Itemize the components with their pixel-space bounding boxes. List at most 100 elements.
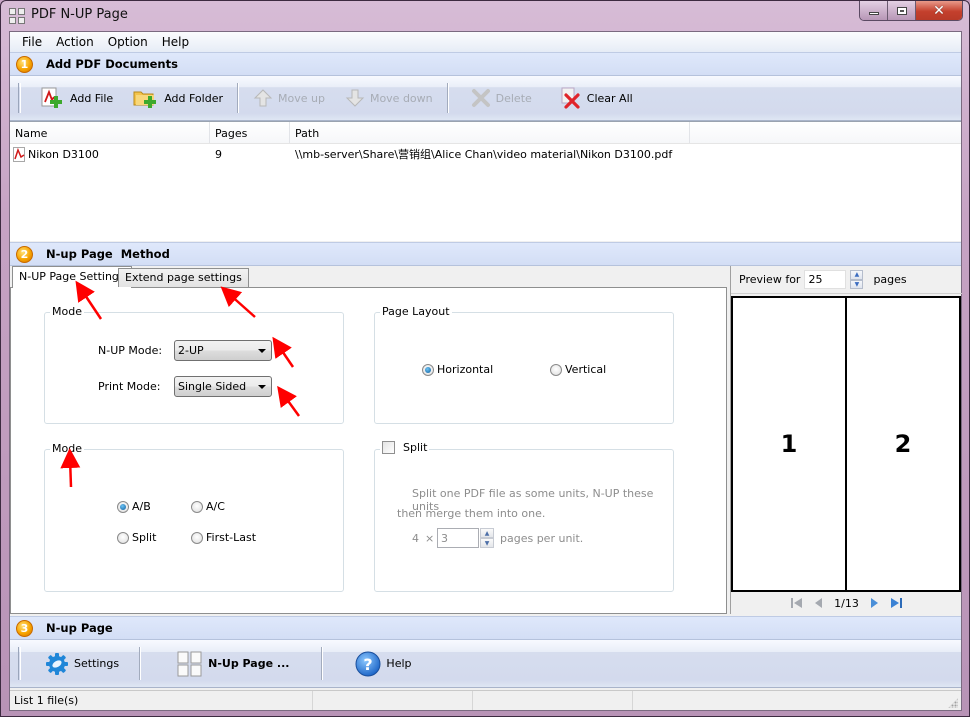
tab-extend-page-settings[interactable]: Extend page settings [118, 268, 249, 287]
preview-count-spinner[interactable]: ▲ ▼ [850, 270, 864, 289]
split-checkbox-wrap[interactable]: Split [380, 441, 430, 454]
tab-nup-page-settings[interactable]: N-UP Page Settings [12, 266, 132, 288]
section-2-title: N-up Page Method [46, 247, 170, 261]
menu-help[interactable]: Help [155, 35, 196, 49]
step-2-badge: 2 [16, 245, 33, 263]
section-1-header: 1 Add PDF Documents [10, 52, 961, 76]
toolbar-separator [446, 82, 449, 114]
menu-file[interactable]: File [15, 35, 49, 49]
radio-a-c[interactable]: A/C [191, 500, 225, 513]
move-up-button[interactable]: Move up [243, 76, 335, 120]
nup-mode-select[interactable]: 2-UP [174, 340, 272, 361]
spin-down-icon[interactable]: ▼ [480, 538, 494, 548]
resize-grip[interactable] [948, 698, 958, 708]
toolbar-separator [321, 647, 324, 680]
print-mode-select[interactable]: Single Sided [174, 376, 272, 397]
close-icon: ✕ [933, 2, 945, 19]
status-bar: List 1 file(s) [10, 690, 961, 710]
move-down-label: Move down [369, 91, 433, 105]
nup-page-button[interactable]: N-Up Page ... [145, 640, 317, 687]
add-file-button[interactable]: Add File [31, 76, 123, 120]
spin-up-icon[interactable]: ▲ [850, 270, 864, 280]
add-folder-button[interactable]: Add Folder [123, 76, 233, 120]
split-times: × [425, 532, 435, 545]
move-down-button[interactable]: Move down [335, 76, 443, 120]
spin-down-icon[interactable]: ▼ [850, 279, 864, 289]
file-list[interactable]: Name Pages Path Nikon D3100 9 \\mb-serve… [10, 121, 961, 241]
help-icon: ? [355, 651, 381, 677]
settings-button[interactable]: Settings [31, 640, 135, 687]
settings-label: Settings [74, 657, 120, 670]
radio-vertical[interactable]: Vertical [550, 363, 606, 376]
page-layout-group: Page Layout Horizontal Vertical [374, 305, 674, 424]
nup-mode-label: N-UP Mode: [98, 344, 163, 357]
title-bar[interactable]: PDF N-UP Page ✕ [1, 1, 969, 31]
move-up-label: Move up [278, 91, 325, 105]
column-pages[interactable]: Pages [210, 122, 290, 143]
next-page-button[interactable] [869, 597, 879, 609]
add-folder-icon [133, 87, 159, 109]
vertical-label: Vertical [565, 363, 607, 376]
split-group: Split Split one PDF file as some units, … [374, 441, 674, 592]
menu-option[interactable]: Option [101, 35, 155, 49]
step-3-badge: 3 [16, 619, 33, 637]
column-path[interactable]: Path [290, 122, 690, 143]
delete-x-icon [471, 88, 491, 108]
close-button[interactable]: ✕ [916, 1, 962, 20]
next-page-icon [870, 598, 878, 608]
last-page-button[interactable] [889, 597, 903, 609]
table-row[interactable]: Nikon D3100 9 \\mb-server\Share\营销组\Alic… [10, 144, 961, 164]
column-name[interactable]: Name [10, 122, 210, 143]
file-name-cell: Nikon D3100 [10, 146, 210, 162]
clear-all-label: Clear All [586, 91, 633, 105]
mode-group-label: Mode [50, 305, 84, 318]
preview-page-2: 2 [845, 298, 959, 590]
radio-horizontal[interactable]: Horizontal [422, 363, 493, 376]
radio-unselected-icon [191, 500, 203, 513]
page-layout-label: Page Layout [380, 305, 452, 318]
menu-bar: File Action Option Help [10, 32, 961, 52]
settings-tabs: Mode N-UP Mode: 2-UP Print Mode: Single … [10, 266, 730, 614]
gear-icon [45, 652, 69, 676]
toolbar-grip[interactable] [18, 647, 21, 680]
nup-pages-icon [177, 651, 203, 677]
radio-a-b[interactable]: A/B [117, 500, 151, 513]
preview-navigation: 1/13 [731, 592, 962, 614]
pairing-mode-group: Mode A/B A/C Split First-Last [44, 442, 344, 592]
first-page-button[interactable] [790, 597, 804, 609]
pages-per-unit-spinner[interactable]: ▲ ▼ [480, 528, 494, 548]
section-1-title: Add PDF Documents [46, 57, 178, 71]
previous-page-button[interactable] [814, 597, 824, 609]
a-c-label: A/C [206, 500, 225, 513]
menu-action[interactable]: Action [49, 35, 101, 49]
toolbar-grip[interactable] [18, 82, 21, 114]
radio-first-last[interactable]: First-Last [191, 531, 256, 544]
app-icon [9, 8, 25, 24]
nup-mode-value: 2-UP [178, 344, 204, 357]
pdf-file-icon [13, 146, 27, 162]
spin-up-icon[interactable]: ▲ [480, 528, 494, 538]
column-filler [690, 122, 961, 143]
action-toolbar: Settings N-Up Page ... ? Help [10, 640, 961, 688]
pages-per-unit-label: pages per unit. [500, 532, 584, 545]
pages-per-unit-input[interactable]: 3 [437, 528, 479, 548]
nup-page-label: N-Up Page ... [208, 657, 290, 670]
last-page-icon [890, 598, 902, 608]
status-panel-3 [473, 691, 633, 710]
help-button[interactable]: ? Help [327, 640, 431, 687]
delete-button[interactable]: Delete [461, 76, 542, 120]
window-title: PDF N-UP Page [31, 7, 128, 22]
split-checkbox[interactable] [382, 441, 395, 454]
clear-all-button[interactable]: Clear All [550, 76, 643, 120]
split-group-label: Split [403, 441, 428, 454]
add-file-label: Add File [70, 91, 114, 105]
arrow-up-icon [253, 88, 273, 108]
radio-selected-icon [422, 363, 434, 376]
radio-split[interactable]: Split [117, 531, 156, 544]
preview-count-input[interactable]: 25 [804, 270, 847, 289]
minimize-button[interactable] [860, 1, 888, 20]
maximize-button[interactable] [888, 1, 916, 20]
toolbar-separator [237, 82, 239, 114]
print-mode-value: Single Sided [178, 380, 247, 393]
preview-sheet: 1 2 [731, 296, 961, 592]
